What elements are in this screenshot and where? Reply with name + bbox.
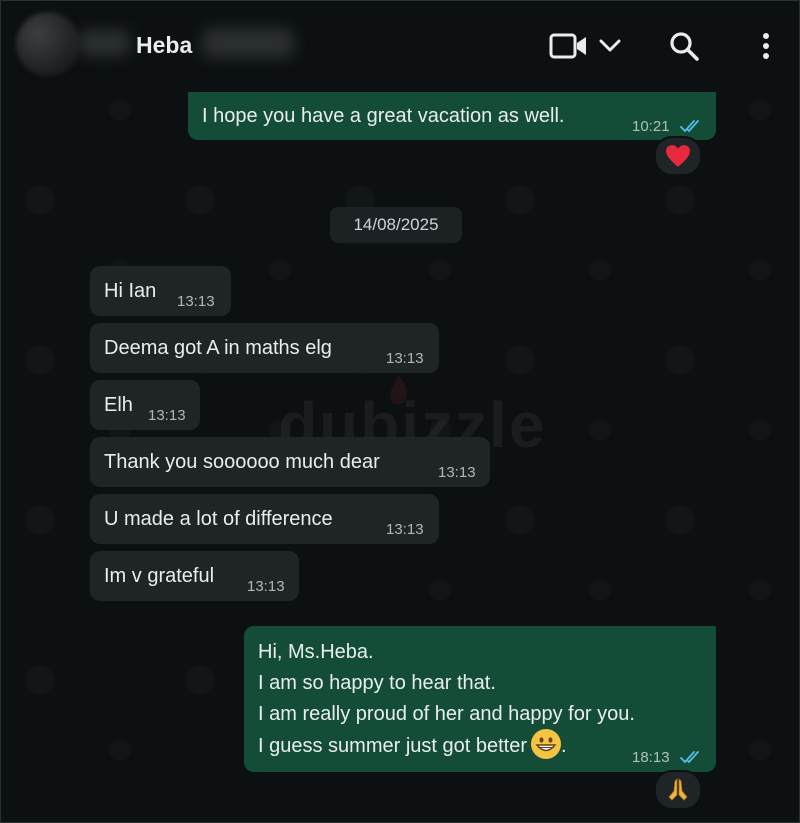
chat-header[interactable]: Heba bbox=[0, 0, 800, 92]
incoming-message[interactable]: Hi Ian 13:13 bbox=[90, 266, 231, 316]
avatar[interactable] bbox=[16, 12, 80, 76]
message-line-last: I guess summer just got better. bbox=[258, 729, 567, 762]
message-time: 10:21 bbox=[632, 118, 670, 135]
message-time: 13:13 bbox=[247, 578, 285, 595]
redacted-blur bbox=[202, 28, 294, 58]
read-receipt-icon bbox=[680, 120, 699, 133]
message-time: 13:13 bbox=[177, 293, 215, 310]
incoming-message[interactable]: Deema got A in maths elg 13:13 bbox=[90, 323, 439, 373]
message-time: 13:13 bbox=[148, 407, 186, 424]
contact-name[interactable]: Heba bbox=[136, 32, 192, 59]
grinning-face-emoji-icon bbox=[531, 729, 562, 759]
message-text: Elh bbox=[104, 394, 133, 416]
incoming-message[interactable]: U made a lot of difference 13:13 bbox=[90, 494, 439, 544]
message-time: 13:13 bbox=[386, 521, 424, 538]
search-icon[interactable] bbox=[668, 30, 700, 62]
outgoing-message[interactable]: I hope you have a great vacation as well… bbox=[188, 92, 716, 140]
message-line: I am really proud of her and happy for y… bbox=[258, 703, 635, 725]
message-text: Im v grateful bbox=[104, 565, 215, 587]
incoming-message[interactable]: Thank you soooooo much dear 13:13 bbox=[90, 437, 490, 487]
date-separator: 14/08/2025 bbox=[330, 207, 462, 243]
folded-hands-icon bbox=[668, 778, 688, 801]
heart-icon bbox=[666, 145, 690, 167]
chevron-down-icon[interactable] bbox=[598, 38, 622, 54]
message-text: U made a lot of difference bbox=[104, 508, 333, 530]
message-line: I am so happy to hear that. bbox=[258, 672, 496, 694]
redacted-blur bbox=[78, 30, 130, 56]
menu-icon[interactable] bbox=[756, 30, 776, 62]
incoming-message[interactable]: Im v grateful 13:13 bbox=[90, 551, 299, 601]
outgoing-message[interactable]: Hi, Ms.Heba. I am so happy to hear that.… bbox=[244, 626, 716, 772]
read-receipt-icon bbox=[680, 751, 699, 764]
message-text: I hope you have a great vacation as well… bbox=[202, 105, 565, 127]
message-time: 13:13 bbox=[386, 350, 424, 367]
message-punctuation: . bbox=[561, 735, 567, 757]
reaction-badge[interactable] bbox=[654, 770, 702, 810]
message-line: I guess summer just got better bbox=[258, 735, 528, 757]
message-text: Thank you soooooo much dear bbox=[104, 451, 380, 473]
message-time: 13:13 bbox=[438, 464, 476, 481]
reaction-badge[interactable] bbox=[654, 136, 702, 176]
incoming-message[interactable]: Elh 13:13 bbox=[90, 380, 200, 430]
message-time: 18:13 bbox=[632, 749, 670, 766]
message-line: Hi, Ms.Heba. bbox=[258, 641, 374, 663]
video-call-icon[interactable] bbox=[549, 32, 589, 60]
message-text: Hi Ian bbox=[104, 280, 157, 302]
message-text: Deema got A in maths elg bbox=[104, 337, 332, 359]
